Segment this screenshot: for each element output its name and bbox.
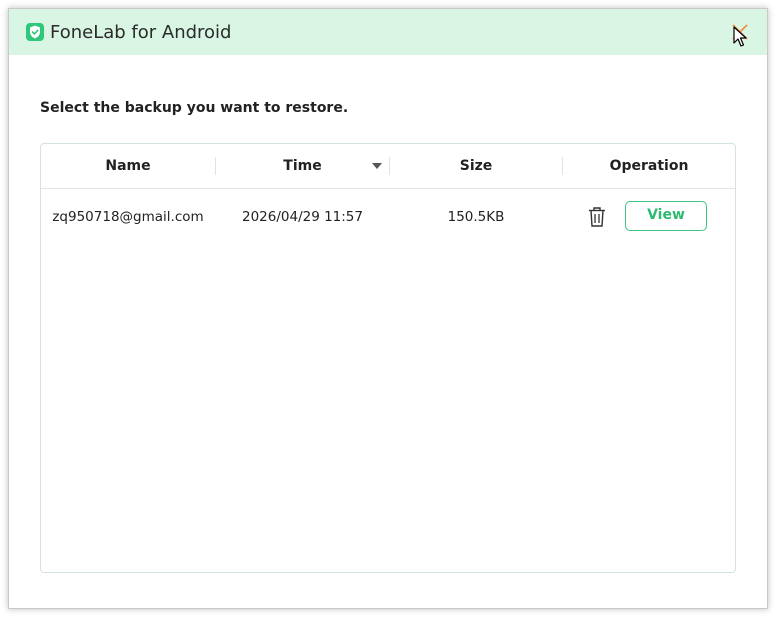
shield-check-icon — [26, 23, 44, 41]
backup-size: 150.5KB — [447, 209, 505, 225]
backup-table: Name Time Size Operation zq950718@gmail.… — [40, 143, 736, 573]
column-header-time[interactable]: Time — [216, 144, 389, 188]
table-header: Name Time Size Operation — [41, 144, 735, 189]
title-bar: FoneLab for Android — [9, 9, 767, 55]
backup-name: zq950718@gmail.com — [52, 209, 204, 225]
backup-restore-dialog: FoneLab for Android Select the backup yo… — [8, 8, 768, 609]
column-header-size[interactable]: Size — [390, 144, 562, 188]
trash-icon[interactable] — [587, 206, 607, 228]
sort-descending-icon[interactable] — [372, 163, 382, 169]
app-title: FoneLab for Android — [50, 22, 232, 43]
instruction-text: Select the backup you want to restore. — [40, 100, 349, 116]
view-button[interactable]: View — [625, 201, 707, 231]
mouse-cursor-icon — [733, 26, 747, 53]
table-row[interactable]: zq950718@gmail.com 2026/04/29 11:57 150.… — [41, 189, 735, 245]
column-header-name[interactable]: Name — [41, 144, 215, 188]
column-header-operation: Operation — [609, 158, 689, 174]
backup-time: 2026/04/29 11:57 — [241, 209, 363, 225]
